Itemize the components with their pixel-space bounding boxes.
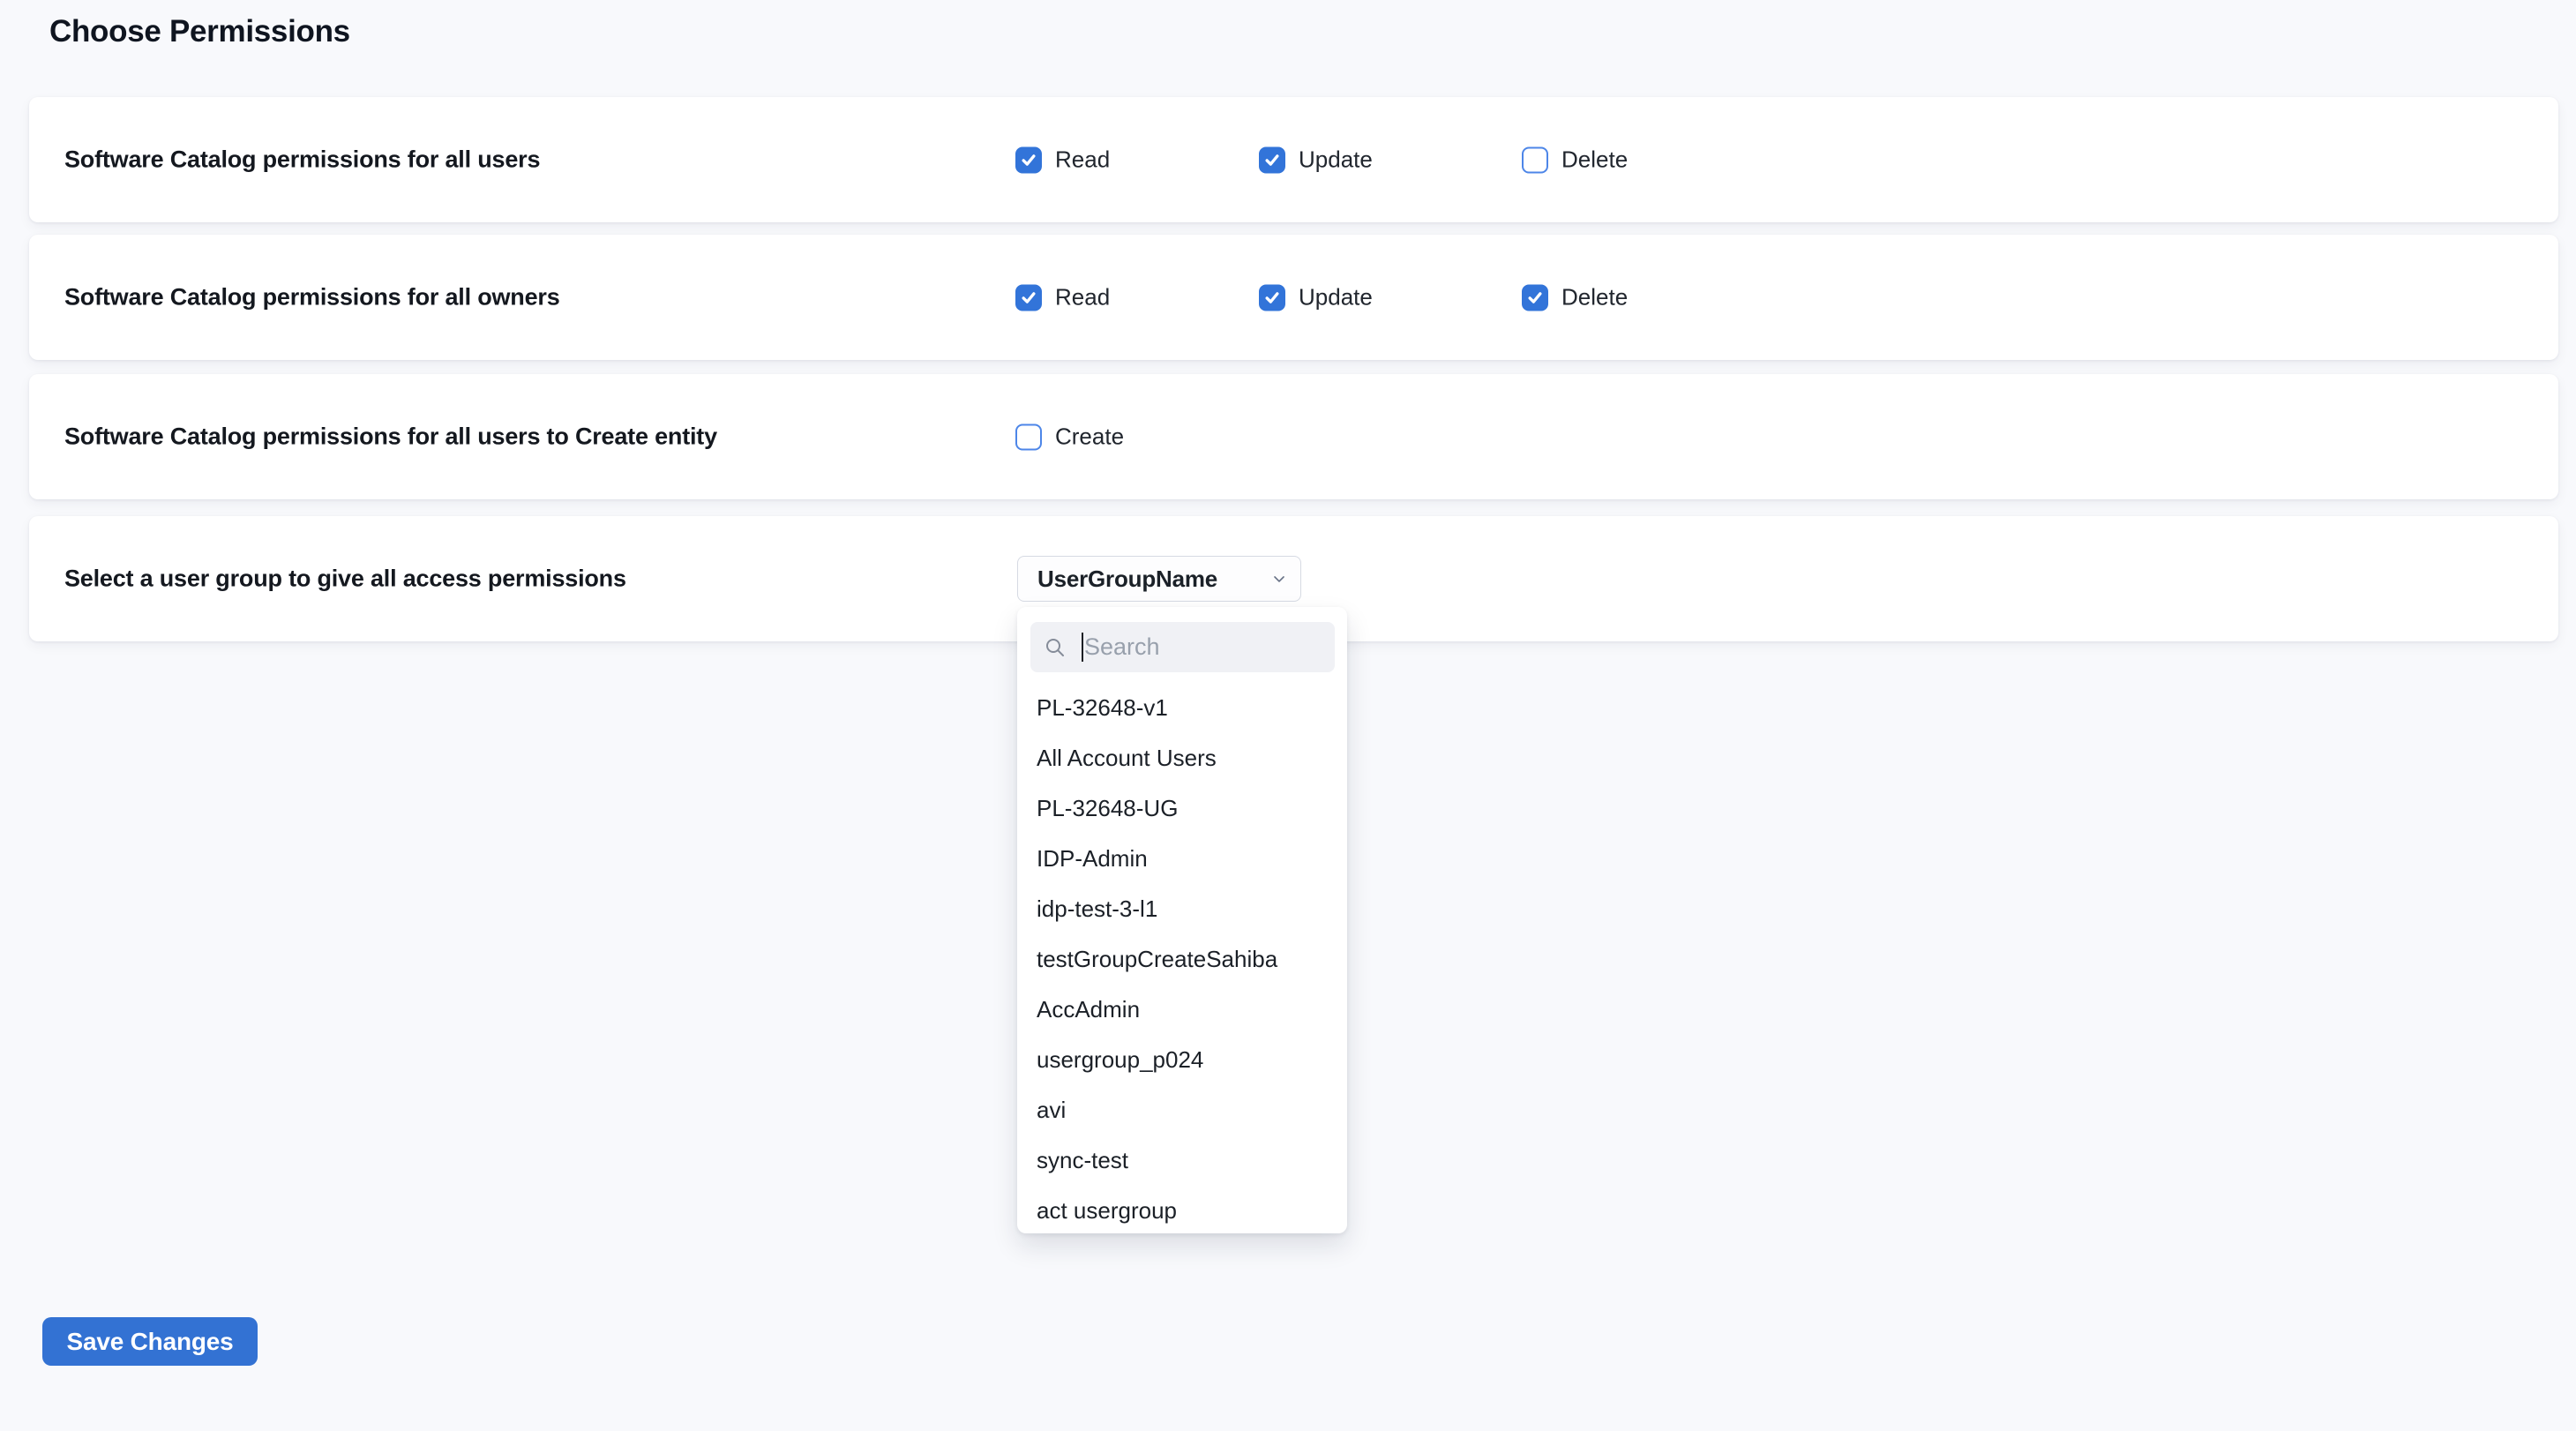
- check-icon: [1263, 288, 1281, 306]
- permission-card-all-users: Software Catalog permissions for all use…: [29, 97, 2558, 222]
- dropdown-option[interactable]: usergroup_p024: [1017, 1035, 1347, 1085]
- dropdown-option[interactable]: testGroupCreateSahiba: [1017, 934, 1347, 985]
- checkbox-update[interactable]: Update: [1259, 146, 1373, 174]
- checkbox-label: Delete: [1561, 146, 1628, 174]
- permission-card-label: Software Catalog permissions for all use…: [64, 146, 540, 174]
- user-group-dropdown-panel: PL-32648-v1 All Account Users PL-32648-U…: [1017, 607, 1347, 1233]
- dropdown-option[interactable]: avi: [1017, 1085, 1347, 1135]
- checkbox-icon[interactable]: [1259, 146, 1285, 173]
- dropdown-option[interactable]: sync-test: [1017, 1135, 1347, 1186]
- checkbox-delete[interactable]: Delete: [1522, 284, 1628, 311]
- user-group-dropdown-trigger[interactable]: UserGroupName: [1017, 556, 1301, 602]
- check-icon: [1020, 288, 1037, 306]
- checkbox-label: Update: [1299, 284, 1373, 311]
- text-cursor: [1082, 633, 1083, 662]
- checkbox-update[interactable]: Update: [1259, 284, 1373, 311]
- permission-card-all-owners: Software Catalog permissions for all own…: [29, 235, 2558, 360]
- chevron-down-icon: [1270, 570, 1288, 588]
- checkbox-icon[interactable]: [1259, 284, 1285, 311]
- dropdown-option[interactable]: AccAdmin: [1017, 985, 1347, 1035]
- check-icon: [1526, 288, 1544, 306]
- checkbox-icon[interactable]: [1015, 423, 1042, 450]
- checkbox-delete[interactable]: Delete: [1522, 146, 1628, 174]
- dropdown-selected-value: UserGroupName: [1037, 566, 1270, 593]
- dropdown-option[interactable]: idp-test-3-l1: [1017, 884, 1347, 934]
- dropdown-option[interactable]: PL-32648-UG: [1017, 783, 1347, 834]
- checkbox-label: Read: [1055, 284, 1110, 311]
- check-icon: [1020, 151, 1037, 169]
- checkbox-label: Delete: [1561, 284, 1628, 311]
- checkbox-icon[interactable]: [1015, 146, 1042, 173]
- checkbox-icon[interactable]: [1015, 284, 1042, 311]
- checkbox-create[interactable]: Create: [1015, 423, 1124, 451]
- dropdown-options-list: PL-32648-v1 All Account Users PL-32648-U…: [1017, 683, 1347, 1233]
- check-icon: [1263, 151, 1281, 169]
- dropdown-search-input[interactable]: [1030, 622, 1335, 672]
- page-title: Choose Permissions: [49, 14, 350, 49]
- permission-card-label: Software Catalog permissions for all use…: [64, 423, 717, 451]
- checkbox-label: Read: [1055, 146, 1110, 174]
- dropdown-option[interactable]: act usergroup: [1017, 1186, 1347, 1233]
- dropdown-search-box[interactable]: [1030, 622, 1335, 672]
- permission-card-label: Select a user group to give all access p…: [64, 566, 626, 593]
- dropdown-option[interactable]: IDP-Admin: [1017, 834, 1347, 884]
- checkbox-icon[interactable]: [1522, 284, 1548, 311]
- checkbox-label: Create: [1055, 423, 1124, 451]
- checkbox-read[interactable]: Read: [1015, 146, 1110, 174]
- checkbox-icon[interactable]: [1522, 146, 1548, 173]
- save-changes-button[interactable]: Save Changes: [42, 1317, 258, 1366]
- dropdown-option[interactable]: PL-32648-v1: [1017, 683, 1347, 733]
- permission-card-label: Software Catalog permissions for all own…: [64, 284, 560, 311]
- checkbox-label: Update: [1299, 146, 1373, 174]
- checkbox-read[interactable]: Read: [1015, 284, 1110, 311]
- permission-card-create-entity: Software Catalog permissions for all use…: [29, 374, 2558, 499]
- dropdown-option[interactable]: All Account Users: [1017, 733, 1347, 783]
